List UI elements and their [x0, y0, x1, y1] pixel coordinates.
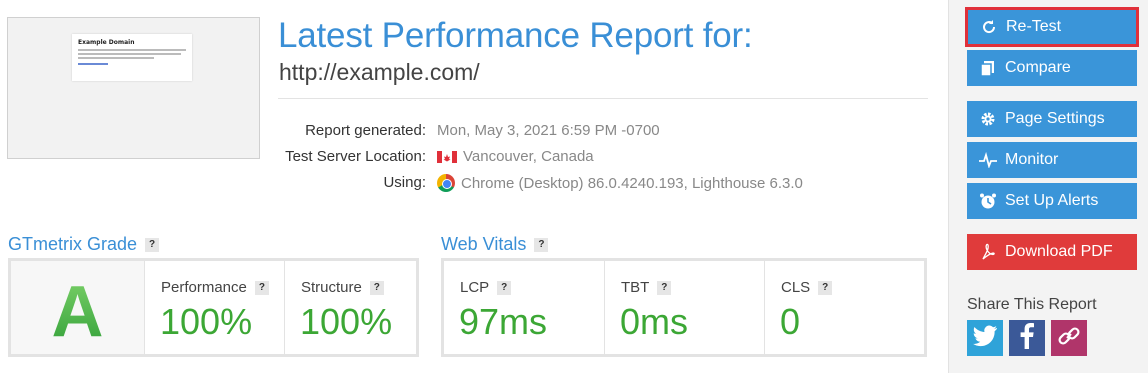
thumbnail-content: Example Domain	[72, 34, 192, 81]
report-generated-text: Mon, May 3, 2021 6:59 PM -0700	[437, 122, 660, 139]
help-icon[interactable]: ?	[534, 237, 549, 252]
tbt-cell: TBT ? 0ms	[605, 261, 765, 354]
page-settings-button[interactable]: Page Settings	[967, 101, 1137, 137]
performance-label-text: Performance	[161, 279, 247, 296]
lcp-label-text: LCP	[460, 279, 490, 296]
link-icon	[1057, 324, 1081, 352]
tbt-value: 0ms	[620, 301, 689, 342]
structure-cell: Structure ? 100%	[285, 261, 416, 354]
gtmetrix-grade-card: A Performance ? 100% Structure ? 100%	[8, 258, 419, 357]
action-sidebar: Re-Test Compare Page Settings Monitor Se…	[948, 0, 1148, 373]
refresh-icon	[980, 18, 998, 36]
twitter-share-button[interactable]	[967, 320, 1003, 356]
pulse-icon	[979, 151, 997, 169]
lcp-value: 97ms	[459, 301, 548, 342]
performance-label: Performance ?	[161, 279, 269, 296]
help-icon[interactable]: ?	[145, 237, 160, 252]
grade-letter: A	[11, 271, 144, 353]
gtmetrix-grade-heading: GTmetrix Grade ?	[8, 234, 160, 255]
structure-label: Structure ?	[301, 279, 384, 296]
tbt-label-text: TBT	[621, 279, 650, 296]
help-icon[interactable]: ?	[254, 280, 269, 295]
web-vitals-heading: Web Vitals ?	[441, 234, 549, 255]
cls-label: CLS ?	[781, 279, 833, 296]
tbt-label: TBT ?	[621, 279, 672, 296]
server-location-label: Test Server Location:	[285, 148, 426, 165]
help-icon[interactable]: ?	[497, 280, 512, 295]
report-generated-value: Mon, May 3, 2021 6:59 PM -0700	[437, 122, 660, 139]
report-generated-label: Report generated:	[305, 122, 426, 139]
retest-button[interactable]: Re-Test	[965, 7, 1139, 47]
set-up-alerts-label: Set Up Alerts	[1005, 192, 1099, 209]
monitor-label: Monitor	[1005, 151, 1059, 168]
help-icon[interactable]: ?	[818, 280, 833, 295]
facebook-share-button[interactable]	[1009, 320, 1045, 356]
help-icon[interactable]: ?	[657, 280, 672, 295]
server-location-text: Vancouver, Canada	[463, 148, 594, 165]
chrome-icon	[437, 174, 455, 192]
monitor-button[interactable]: Monitor	[967, 142, 1137, 178]
copy-link-button[interactable]	[1051, 320, 1087, 356]
compare-button[interactable]: Compare	[967, 50, 1137, 86]
download-pdf-label: Download PDF	[1005, 243, 1113, 260]
report-url: http://example.com/	[279, 59, 480, 85]
grade-cell: A	[11, 261, 145, 354]
performance-value: 100%	[160, 301, 253, 342]
page-settings-label: Page Settings	[1005, 110, 1105, 127]
using-text: Chrome (Desktop) 86.0.4240.193, Lighthou…	[461, 174, 803, 192]
web-vitals-title: Web Vitals	[441, 234, 527, 254]
server-location-value: Vancouver, Canada	[437, 148, 594, 165]
gtmetrix-grade-title: GTmetrix Grade	[8, 234, 138, 254]
canada-flag-icon	[437, 150, 457, 163]
twitter-icon	[972, 325, 998, 351]
copy-icon	[979, 59, 997, 77]
web-vitals-card: LCP ? 97ms TBT ? 0ms CLS ? 0	[441, 258, 927, 357]
retest-label: Re-Test	[1006, 18, 1062, 35]
gear-icon	[979, 110, 997, 128]
structure-label-text: Structure	[301, 279, 362, 296]
cls-value: 0	[780, 301, 801, 342]
performance-cell: Performance ? 100%	[145, 261, 285, 354]
set-up-alerts-button[interactable]: Set Up Alerts	[967, 183, 1137, 219]
lcp-label: LCP ?	[460, 279, 512, 296]
alarm-clock-icon	[979, 192, 997, 210]
cls-label-text: CLS	[781, 279, 811, 296]
share-report-title: Share This Report	[967, 296, 1097, 313]
using-value: Chrome (Desktop) 86.0.4240.193, Lighthou…	[437, 174, 803, 192]
download-pdf-button[interactable]: Download PDF	[967, 234, 1137, 270]
compare-label: Compare	[1005, 59, 1071, 76]
facebook-icon	[1020, 323, 1034, 353]
cls-cell: CLS ? 0	[765, 261, 924, 354]
help-icon[interactable]: ?	[369, 280, 384, 295]
lcp-cell: LCP ? 97ms	[444, 261, 605, 354]
thumbnail-title: Example Domain	[78, 39, 135, 46]
page-title: Latest Performance Report for:	[278, 16, 753, 55]
page-screenshot-thumbnail: Example Domain	[7, 17, 260, 159]
structure-value: 100%	[300, 301, 393, 342]
pdf-icon	[979, 243, 997, 261]
using-label: Using:	[383, 174, 426, 191]
divider	[278, 98, 928, 99]
